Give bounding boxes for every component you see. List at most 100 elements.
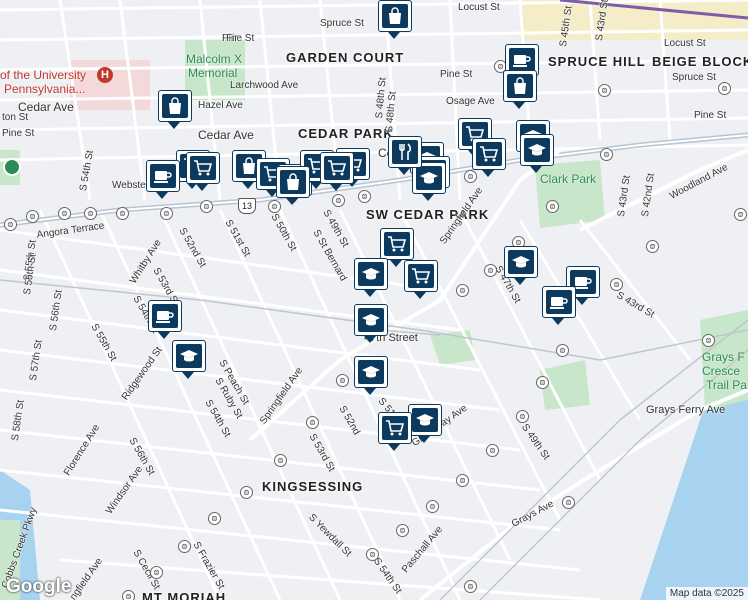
map-marker-coffee-cup[interactable] <box>146 160 180 199</box>
poi-clark-park[interactable]: Clark Park <box>540 172 596 186</box>
bus-stop-icon[interactable]: ⊜ <box>456 284 469 297</box>
bus-stop-icon[interactable]: ⊜ <box>336 374 349 387</box>
street-label: Fir <box>226 33 238 44</box>
shopping-cart-icon <box>193 159 213 177</box>
graduation-cap-icon <box>527 142 547 158</box>
map-marker-shopping-cart[interactable] <box>472 138 506 177</box>
map-marker-coffee-cup[interactable] <box>148 300 182 339</box>
street-label: Locust St <box>458 2 500 13</box>
bus-stop-icon[interactable]: ⊜ <box>4 218 17 231</box>
bus-stop-icon[interactable]: ⊜ <box>58 207 71 220</box>
bus-stop-icon[interactable]: ⊜ <box>358 190 371 203</box>
map-marker-shopping-cart[interactable] <box>404 260 438 299</box>
hospital-icon[interactable]: H <box>97 67 113 83</box>
neighborhood-spruce-hill: SPRUCE HILL <box>548 54 646 69</box>
bus-stop-icon[interactable]: ⊜ <box>240 486 253 499</box>
highway-13-shield: 13 <box>238 198 256 214</box>
shopping-cart-icon <box>327 159 347 177</box>
bus-stop-icon[interactable]: ⊜ <box>600 148 613 161</box>
bus-stop-icon[interactable]: ⊜ <box>150 566 163 579</box>
poi-grays-ferry-2[interactable]: Cresce <box>702 364 740 378</box>
map-marker-graduation-cap[interactable] <box>354 258 388 297</box>
bus-stop-icon[interactable]: ⊜ <box>200 200 213 213</box>
bus-stop-icon[interactable]: ⊜ <box>26 210 39 223</box>
bus-stop-icon[interactable]: ⊜ <box>536 376 549 389</box>
graduation-cap-icon <box>361 266 381 282</box>
coffee-cup-icon <box>573 274 593 290</box>
poi-grays-ferry-1[interactable]: Grays F <box>702 350 745 364</box>
coffee-cup-icon <box>512 52 532 68</box>
street-label: Spruce St <box>672 72 716 83</box>
poi-university-line1[interactable]: of the University <box>0 68 86 82</box>
bus-stop-icon[interactable]: ⊜ <box>546 200 559 213</box>
coffee-cup-icon <box>155 308 175 324</box>
shopping-cart-icon <box>411 267 431 285</box>
map-marker-graduation-cap[interactable] <box>354 356 388 395</box>
graduation-cap-icon <box>179 348 199 364</box>
bus-stop-icon[interactable]: ⊜ <box>516 410 529 423</box>
map-marker-graduation-cap[interactable] <box>504 246 538 285</box>
bus-stop-icon[interactable]: ⊜ <box>646 240 659 253</box>
bus-stop-icon[interactable]: ⊜ <box>178 540 191 553</box>
bus-stop-icon[interactable]: ⊜ <box>562 496 575 509</box>
map-marker-shopping-cart[interactable] <box>186 152 220 191</box>
bus-stop-icon[interactable]: ⊜ <box>556 344 569 357</box>
bus-stop-icon[interactable]: ⊜ <box>274 454 287 467</box>
bus-stop-icon[interactable]: ⊜ <box>718 82 731 95</box>
bus-stop-icon[interactable]: ⊜ <box>734 208 747 221</box>
bus-stop-icon[interactable]: ⊜ <box>332 194 345 207</box>
neighborhood-mt-moriah: MT MORIAH <box>142 590 227 600</box>
bus-stop-icon[interactable]: ⊜ <box>426 500 439 513</box>
bus-stop-icon[interactable]: ⊜ <box>84 207 97 220</box>
graduation-cap-icon <box>361 312 381 328</box>
street-label: ton St <box>2 112 29 123</box>
map-attribution[interactable]: Map data ©2025 <box>665 587 748 600</box>
bus-stop-icon[interactable]: ⊜ <box>464 580 477 593</box>
bus-stop-icon[interactable]: ⊜ <box>116 207 129 220</box>
coffee-cup-icon <box>549 294 569 310</box>
bus-stop-icon[interactable]: ⊜ <box>122 590 135 600</box>
map-marker-shopping-bag[interactable] <box>158 90 192 129</box>
bus-stop-icon[interactable]: ⊜ <box>396 524 409 537</box>
bus-stop-icon[interactable]: ⊜ <box>208 512 221 525</box>
bus-stop-icon[interactable]: ⊜ <box>486 444 499 457</box>
bus-stop-icon[interactable]: ⊜ <box>484 264 497 277</box>
neighborhood-beige-block: BEIGE BLOCK <box>652 54 748 69</box>
street-label: Grays Ferry Ave <box>646 404 726 416</box>
graduation-cap-icon <box>361 364 381 380</box>
poi-memorial[interactable]: Memorial <box>188 66 237 80</box>
map-canvas[interactable]: GARDEN COURT CEDAR PARK SW CEDAR PARK KI… <box>0 0 748 600</box>
map-marker-graduation-cap[interactable] <box>172 340 206 379</box>
map-marker-shopping-cart[interactable] <box>378 412 412 451</box>
map-marker-shopping-bag[interactable] <box>378 0 412 39</box>
street-label: Larchwood Ave <box>230 80 299 91</box>
bus-stop-icon[interactable]: ⊜ <box>702 334 715 347</box>
bus-stop-icon[interactable]: ⊜ <box>610 278 623 291</box>
bus-stop-icon[interactable]: ⊜ <box>160 207 173 220</box>
map-marker-fork-knife[interactable] <box>388 136 422 175</box>
street-label: Spruce St <box>320 18 364 29</box>
map-marker-graduation-cap[interactable] <box>408 404 442 443</box>
bus-stop-icon[interactable]: ⊜ <box>306 416 319 429</box>
map-marker-shopping-bag[interactable] <box>276 166 310 205</box>
poi-grays-ferry-3[interactable]: Trail Pa <box>706 378 747 392</box>
bus-stop-icon[interactable]: ⊜ <box>366 548 379 561</box>
map-marker-coffee-cup[interactable] <box>542 286 576 325</box>
fork-knife-icon <box>397 143 413 161</box>
park-icon[interactable] <box>3 158 21 176</box>
map-marker-graduation-cap[interactable] <box>354 304 388 343</box>
neighborhood-garden-court: GARDEN COURT <box>286 50 405 65</box>
poi-malcolm-x[interactable]: Malcolm X <box>186 52 242 66</box>
coffee-cup-icon <box>153 168 173 184</box>
street-label: Pine St <box>440 69 473 80</box>
map-marker-graduation-cap[interactable] <box>520 134 554 173</box>
bus-stop-icon[interactable]: ⊜ <box>456 474 469 487</box>
poi-university-line2[interactable]: Pennsylvania... <box>4 82 85 96</box>
street-label: Hazel Ave <box>198 100 243 111</box>
graduation-cap-icon <box>415 412 435 428</box>
shopping-cart-icon <box>479 145 499 163</box>
map-marker-shopping-bag[interactable] <box>503 70 537 109</box>
shopping-cart-icon <box>387 235 407 253</box>
map-marker-shopping-cart[interactable] <box>320 152 354 191</box>
bus-stop-icon[interactable]: ⊜ <box>598 84 611 97</box>
